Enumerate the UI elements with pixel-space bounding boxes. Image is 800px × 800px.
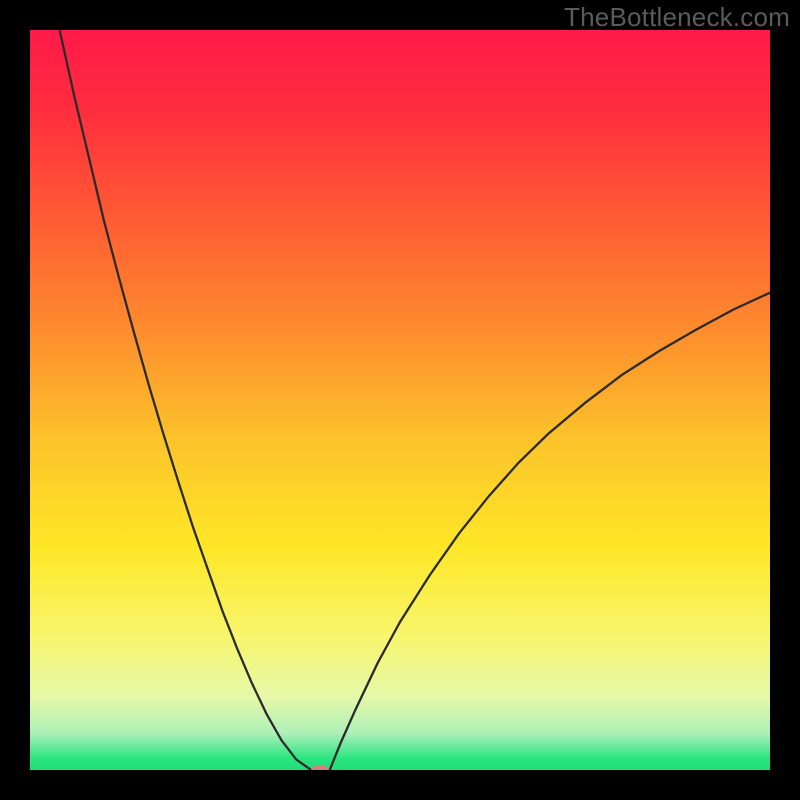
plot-area xyxy=(30,30,770,770)
chart-frame: TheBottleneck.com xyxy=(0,0,800,800)
bottleneck-chart xyxy=(30,30,770,770)
gradient-background xyxy=(30,30,770,770)
watermark-text: TheBottleneck.com xyxy=(564,2,790,33)
